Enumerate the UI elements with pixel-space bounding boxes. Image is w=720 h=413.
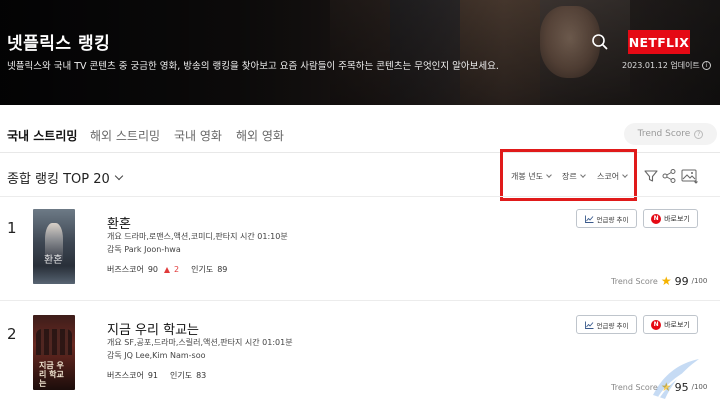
- filter-icon[interactable]: [643, 168, 661, 186]
- divider: [0, 300, 720, 301]
- poster-title-text: 지금 우리 학교는: [39, 361, 64, 388]
- filter-genre[interactable]: 장르: [562, 171, 586, 182]
- update-info: 2023.01.12 업데이트 i: [622, 60, 711, 71]
- buzz-score-value: 91: [147, 371, 158, 380]
- netflix-logo[interactable]: NETFLIX: [628, 30, 690, 54]
- chevron-down-icon: [579, 172, 586, 178]
- star-icon: ★: [660, 274, 672, 288]
- watermark-logo: [645, 355, 705, 403]
- mention-trend-label: 언급량 추이: [596, 321, 629, 330]
- category-tabs: 국내 스트리밍 해외 스트리밍 국내 영화 해외 영화 Trend Score …: [0, 105, 720, 153]
- help-icon: ?: [694, 129, 704, 139]
- watch-now-label: 바로보기: [664, 320, 690, 329]
- image-download-icon[interactable]: [681, 168, 699, 186]
- filter-score[interactable]: 스코어: [597, 171, 628, 182]
- watch-now-button[interactable]: N 바로보기: [643, 209, 698, 228]
- poster-image[interactable]: 지금 우리 학교는: [33, 315, 75, 390]
- chevron-down-icon: [114, 171, 124, 180]
- tab-overseas-movies[interactable]: 해외 영화: [236, 127, 284, 144]
- search-icon[interactable]: [590, 32, 610, 52]
- watch-now-button[interactable]: N 바로보기: [643, 315, 698, 334]
- watch-now-label: 바로보기: [664, 214, 690, 223]
- popularity-label: 인기도: [170, 371, 193, 380]
- trend-score: Trend Score ★ 99/100: [611, 274, 707, 288]
- hero-banner: 넷플릭스 랭킹 넷플릭스와 국내 TV 콘텐츠 중 궁금한 영화, 방송의 랭킹…: [0, 0, 720, 105]
- popularity-value: 83: [196, 371, 207, 380]
- rank-up-icon: [164, 266, 170, 273]
- filter-release-year-label: 개봉 년도: [511, 172, 543, 181]
- share-icon[interactable]: [661, 168, 679, 186]
- mention-trend-label: 언급량 추이: [596, 215, 629, 224]
- trend-score-max: /100: [691, 277, 708, 285]
- buzz-score-change: 2: [174, 265, 180, 274]
- item-scores: 버즈스코어 90 2 인기도 89: [107, 264, 227, 275]
- filter-release-year[interactable]: 개봉 년도: [511, 171, 552, 182]
- item-scores: 버즈스코어 91 인기도 83: [107, 370, 206, 381]
- trend-score-toggle[interactable]: Trend Score ?: [624, 123, 717, 145]
- info-icon[interactable]: i: [701, 61, 711, 70]
- page-title: 넷플릭스 랭킹: [7, 34, 111, 54]
- trend-chart-icon: [584, 215, 594, 223]
- rank-number: 1: [7, 219, 17, 237]
- item-director: 감독 Park Joon-hwa: [107, 245, 181, 254]
- ranking-selector[interactable]: 종합 랭킹 TOP 20: [7, 168, 124, 187]
- netflix-n-icon: N: [651, 213, 662, 224]
- ranking-item[interactable]: 2 지금 우리 학교는 지금 우리 학교는 개요 SF,공포,드라마,스릴러,액…: [0, 315, 720, 413]
- mention-trend-button[interactable]: 언급량 추이: [576, 315, 637, 334]
- tab-overseas-streaming[interactable]: 해외 스트리밍: [90, 127, 160, 144]
- tab-domestic-movies[interactable]: 국내 영화: [174, 127, 222, 144]
- trend-score-value: 99: [674, 274, 689, 288]
- poster-title-text: 환혼: [44, 255, 63, 266]
- rank-number: 2: [7, 325, 17, 343]
- buzz-score-value: 90: [147, 265, 158, 274]
- tab-domestic-streaming[interactable]: 국내 스트리밍: [7, 127, 77, 144]
- chevron-down-icon: [622, 172, 628, 178]
- update-date: 2023.01.12 업데이트: [622, 61, 700, 70]
- item-genre: 개요 SF,공포,드라마,스릴러,액션,판타지 시간 01:01분: [107, 338, 293, 347]
- page-description: 넷플릭스와 국내 TV 콘텐츠 중 궁금한 영화, 방송의 랭킹을 찾아보고 요…: [7, 61, 499, 72]
- mention-trend-button[interactable]: 언급량 추이: [576, 209, 637, 228]
- popularity-value: 89: [217, 265, 228, 274]
- chevron-down-icon: [546, 172, 552, 178]
- buzz-score-label: 버즈스코어: [107, 265, 144, 274]
- netflix-n-icon: N: [651, 319, 662, 330]
- item-title[interactable]: 지금 우리 학교는: [107, 319, 199, 338]
- trend-score-toggle-label: Trend Score: [637, 129, 691, 139]
- item-director: 감독 JQ Lee,Kim Nam-soo: [107, 351, 206, 360]
- ranking-item[interactable]: 1 환혼 환혼 개요 드라마,로맨스,액션,코미디,판타지 시간 01:10분 …: [0, 209, 720, 309]
- item-title[interactable]: 환혼: [107, 213, 131, 232]
- item-genre: 개요 드라마,로맨스,액션,코미디,판타지 시간 01:10분: [107, 232, 288, 241]
- ranking-title: 종합 랭킹 TOP 20: [7, 172, 110, 187]
- buzz-score-label: 버즈스코어: [107, 371, 144, 380]
- filter-score-label: 스코어: [597, 172, 620, 181]
- poster-image[interactable]: 환혼: [33, 209, 75, 284]
- trend-score-label: Trend Score: [611, 276, 658, 286]
- popularity-label: 인기도: [191, 265, 214, 274]
- filter-genre-label: 장르: [562, 172, 577, 181]
- trend-chart-icon: [584, 321, 594, 329]
- divider: [0, 196, 720, 197]
